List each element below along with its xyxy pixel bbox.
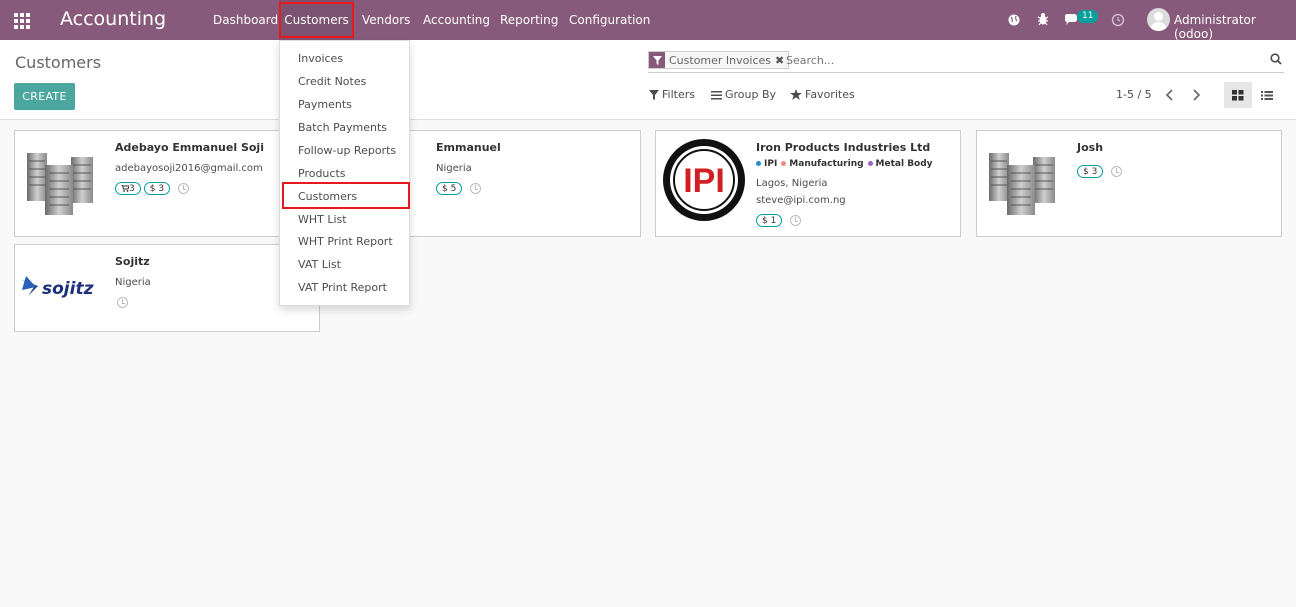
invoice-badge[interactable]: $ 5	[436, 182, 463, 195]
sales-count: 3	[129, 183, 135, 194]
cart-icon	[121, 185, 129, 192]
customer-name[interactable]: Sojitz	[115, 255, 150, 268]
facet-label: Customer Invoices	[669, 53, 771, 67]
page-title: Customers	[15, 53, 102, 72]
customer-location: Nigeria	[436, 163, 472, 174]
group-by-label: Group By	[725, 88, 777, 101]
favorites-button[interactable]: Favorites	[790, 88, 855, 101]
customer-name[interactable]: Adebayo Emmanuel Soji	[115, 141, 264, 154]
customer-email: adebayosoji2016@gmail.com	[115, 163, 263, 174]
customer-name[interactable]: Josh	[1077, 141, 1103, 154]
search-icon[interactable]	[1270, 53, 1282, 65]
bug-icon[interactable]	[1036, 12, 1052, 28]
customer-location: Lagos, Nigeria	[756, 178, 828, 189]
create-button[interactable]: CREATE	[14, 83, 75, 110]
customer-location: Nigeria	[115, 277, 151, 288]
invoice-badge[interactable]: $ 3	[1077, 165, 1104, 178]
tag: Manufacturing	[781, 159, 864, 169]
globe-icon[interactable]	[1007, 13, 1023, 29]
control-panel: Customers CREATE Customer Invoices ✖	[0, 40, 1296, 120]
sales-count-badge[interactable]: 3	[115, 182, 141, 195]
invoice-badge[interactable]: $ 1	[756, 214, 783, 227]
customers-dropdown-menu: Invoices Credit Notes Payments Batch Pay…	[279, 40, 410, 306]
user-name[interactable]: Administrator (odoo)	[1174, 13, 1296, 41]
favorites-label: Favorites	[805, 88, 855, 101]
dropdown-item-wht-print-report[interactable]: WHT Print Report	[298, 235, 393, 248]
dropdown-item-products[interactable]: Products	[298, 167, 346, 180]
kanban-icon	[1232, 89, 1244, 100]
customer-card[interactable]: Josh $ 3	[976, 130, 1282, 237]
list-view-button[interactable]	[1253, 82, 1281, 108]
dropdown-item-follow-up-reports[interactable]: Follow-up Reports	[298, 144, 396, 157]
dropdown-item-wht-list[interactable]: WHT List	[298, 213, 347, 226]
customer-card[interactable]: Adebayo Emmanuel Soji adebayosoji2016@gm…	[14, 130, 320, 237]
pager-previous-icon[interactable]	[1165, 89, 1175, 101]
search-facet: Customer Invoices ✖	[648, 51, 790, 69]
star-icon	[790, 89, 802, 100]
dropdown-item-payments[interactable]: Payments	[298, 98, 352, 111]
dropdown-item-credit-notes[interactable]: Credit Notes	[298, 75, 366, 88]
dropdown-customers-highlight	[282, 182, 410, 209]
menu-reporting[interactable]: Reporting	[500, 0, 558, 40]
pager-next-icon[interactable]	[1191, 89, 1201, 101]
dropdown-item-batch-payments[interactable]: Batch Payments	[298, 121, 387, 134]
dropdown-item-vat-list[interactable]: VAT List	[298, 258, 341, 271]
menu-dashboard[interactable]: Dashboard	[213, 0, 278, 40]
activity-clock-icon[interactable]	[1111, 166, 1123, 177]
company-placeholder-image	[19, 137, 107, 223]
dropdown-item-vat-print-report[interactable]: VAT Print Report	[298, 281, 387, 294]
app-title[interactable]: Accounting	[60, 8, 166, 30]
customer-card[interactable]: sojitz Sojitz Nigeria	[14, 244, 320, 332]
customer-name[interactable]: Emmanuel	[436, 141, 501, 154]
activity-clock-icon[interactable]	[117, 297, 128, 308]
menu-accounting[interactable]: Accounting	[423, 0, 490, 40]
customer-tags: IPI Manufacturing Metal Body	[756, 159, 933, 169]
activity-clock-icon[interactable]	[1111, 13, 1127, 29]
group-by-button[interactable]: Group By	[711, 88, 776, 101]
activity-clock-icon[interactable]	[178, 183, 190, 194]
activity-clock-icon[interactable]	[790, 215, 802, 226]
menu-configuration[interactable]: Configuration	[569, 0, 650, 40]
search-input[interactable]	[786, 52, 1256, 68]
company-logo-sojitz: sojitz	[19, 247, 107, 327]
customer-name[interactable]: Iron Products Industries Ltd	[756, 141, 930, 154]
list-icon	[1261, 90, 1273, 100]
company-logo-ipi: IPI	[660, 137, 748, 223]
filters-label: Filters	[662, 88, 695, 101]
menu-vendors[interactable]: Vendors	[362, 0, 410, 40]
filters-button[interactable]: Filters	[649, 88, 695, 101]
kanban-view-button[interactable]	[1224, 82, 1252, 108]
logo-text: IPI	[683, 162, 725, 200]
messages-count-badge: 11	[1077, 10, 1099, 23]
bars-icon	[711, 90, 722, 99]
menu-customers-highlight	[279, 2, 354, 38]
user-avatar[interactable]	[1147, 8, 1170, 31]
dropdown-item-invoices[interactable]: Invoices	[298, 52, 343, 65]
tag: Metal Body	[867, 159, 933, 169]
filter-icon	[649, 89, 659, 100]
pager-value[interactable]: 1-5 / 5	[1116, 88, 1152, 101]
search-bar: Customer Invoices ✖	[648, 50, 1284, 73]
logo-text: sojitz	[42, 279, 94, 299]
filter-icon	[649, 52, 665, 68]
tag: IPI	[756, 159, 777, 169]
invoice-badge[interactable]: $ 3	[143, 182, 171, 195]
company-placeholder-image	[981, 137, 1069, 223]
top-navbar: Accounting Dashboard Customers Vendors A…	[0, 0, 1296, 41]
apps-menu-icon[interactable]	[14, 13, 30, 29]
customer-email: steve@ipi.com.ng	[756, 195, 846, 206]
activity-clock-icon[interactable]	[470, 183, 482, 194]
customer-card[interactable]: IPI Iron Products Industries Ltd IPI Man…	[655, 130, 961, 237]
